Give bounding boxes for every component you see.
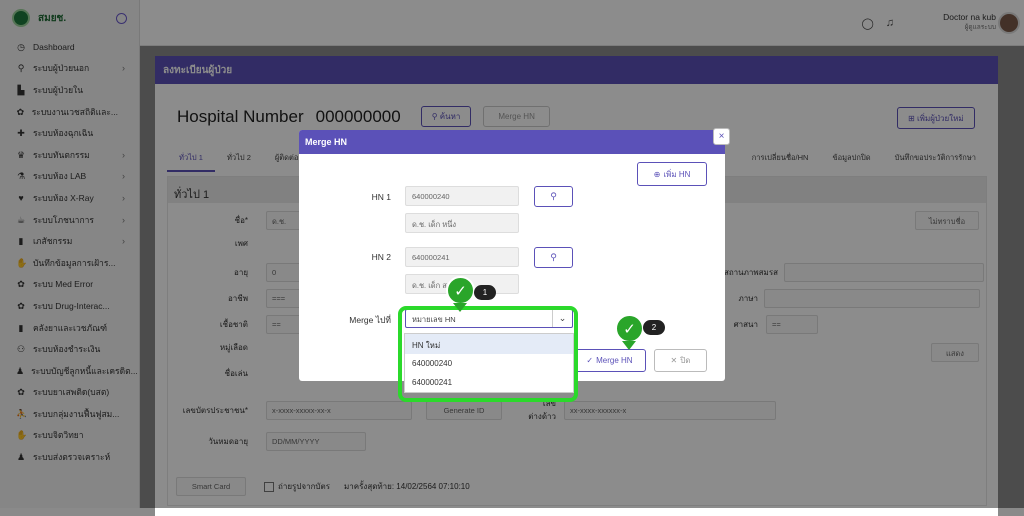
add-hn-button[interactable]: ⊕ เพิ่ม HN — [637, 162, 707, 186]
step2-pointer — [622, 341, 636, 350]
highlight-frame — [398, 306, 578, 402]
step1-badge: 1 — [474, 285, 496, 300]
modal-title: Merge HN — [299, 130, 725, 154]
search-icon: ⚲ — [550, 191, 557, 201]
hn1-field[interactable]: 640000240 — [405, 186, 519, 206]
hn1-name-field: ด.ช. เด็ก หนึ่ง — [405, 213, 519, 233]
close-icon[interactable]: × — [713, 128, 730, 145]
step2-badge: 2 — [643, 320, 665, 335]
step1-pointer — [453, 303, 467, 312]
step2-check-icon: ✓ — [615, 314, 644, 343]
hn1-search-button[interactable]: ⚲ — [534, 186, 573, 207]
hn1-label: HN 1 — [371, 192, 391, 202]
hn2-label: HN 2 — [371, 252, 391, 262]
search-icon: ⚲ — [550, 252, 557, 262]
close-modal-button[interactable]: ✕ ปิด — [654, 349, 707, 372]
x-icon: ✕ — [670, 356, 678, 365]
merge-hn-submit-button[interactable]: ✓ Merge HN — [573, 349, 646, 372]
hn2-search-button[interactable]: ⚲ — [534, 247, 573, 268]
plus-circle-icon: ⊕ — [653, 169, 661, 179]
check-circle-icon: ✓ — [586, 356, 594, 365]
merge-to-label: Merge ไปที่ — [349, 315, 391, 325]
step1-check-icon: ✓ — [446, 276, 475, 305]
hn2-field[interactable]: 640000241 — [405, 247, 519, 267]
